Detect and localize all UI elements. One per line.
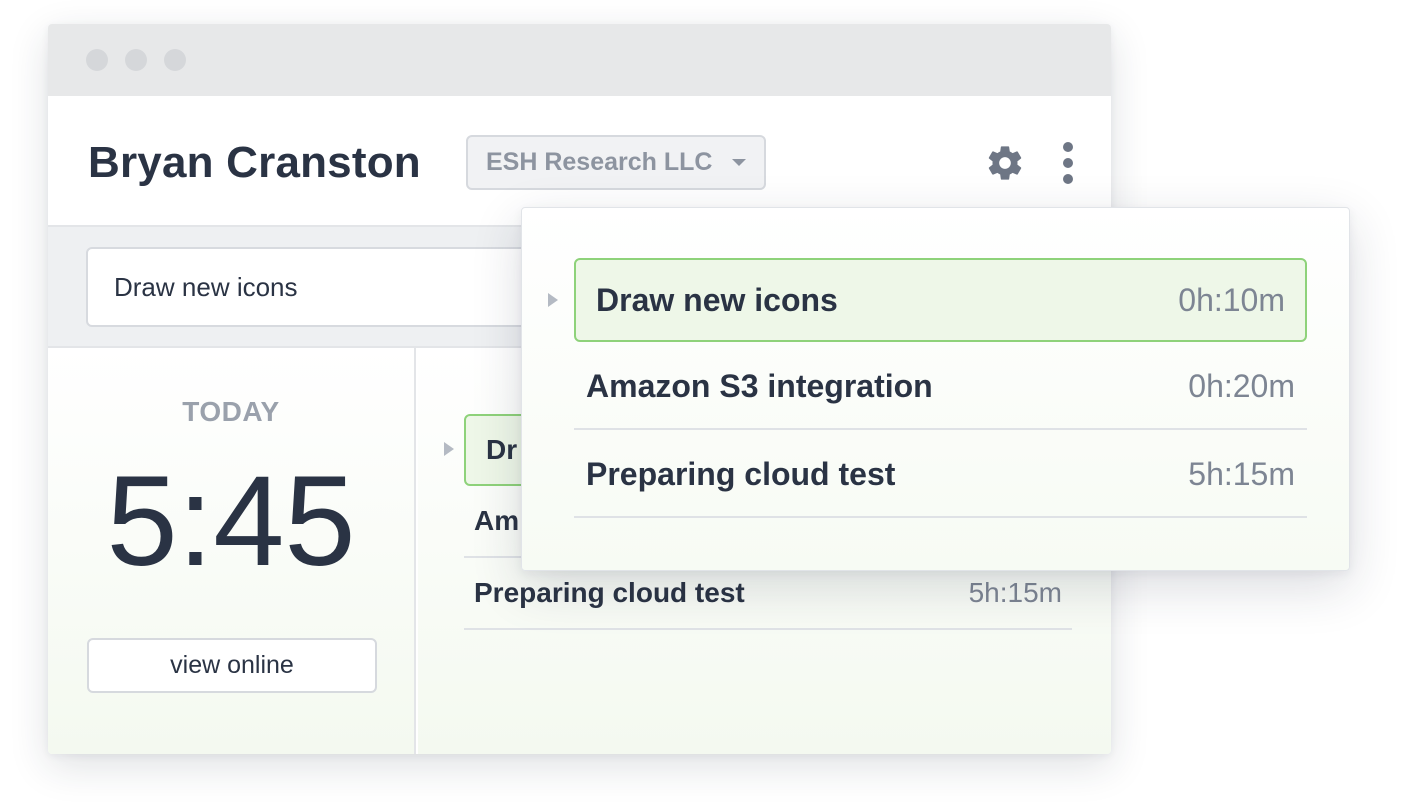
window-minimize-dot[interactable] [125, 49, 147, 71]
suggestion-item[interactable]: Preparing cloud test 5h:15m [574, 432, 1307, 518]
company-select[interactable]: ESH Research LLC [466, 135, 766, 190]
stage: Bryan Cranston ESH Research LLC Draw new… [0, 0, 1403, 808]
suggestion-name: Preparing cloud test [586, 455, 896, 492]
window-close-dot[interactable] [86, 49, 108, 71]
suggestion-time: 5h:15m [1188, 455, 1295, 492]
suggestion-name: Amazon S3 integration [586, 367, 933, 404]
suggestion-time: 0h:20m [1188, 367, 1295, 404]
today-summary-pane: TODAY 5:45 view online [48, 348, 416, 754]
task-name: Preparing cloud test [474, 577, 745, 608]
more-options-icon[interactable] [1058, 142, 1078, 184]
task-suggestions-dropdown: Draw new icons 0h:10m Amazon S3 integrat… [521, 207, 1350, 571]
suggestion-time: 0h:10m [1178, 281, 1285, 318]
window-maximize-dot[interactable] [164, 49, 186, 71]
today-label: TODAY [182, 396, 280, 427]
caret-down-icon [732, 159, 746, 166]
play-caret-icon [444, 442, 454, 456]
task-name: Dr [486, 434, 518, 465]
gear-icon[interactable] [985, 143, 1025, 183]
suggestion-item[interactable]: Amazon S3 integration 0h:20m [574, 344, 1307, 430]
play-caret-icon [548, 293, 558, 307]
view-online-button[interactable]: view online [87, 638, 377, 693]
window-titlebar [48, 24, 1111, 96]
today-total-time: 5:45 [106, 450, 356, 593]
company-select-value: ESH Research LLC [486, 148, 713, 176]
task-name: Am [474, 505, 520, 536]
user-name: Bryan Cranston [88, 138, 421, 187]
task-time: 5h:15m [968, 577, 1062, 608]
suggestion-item[interactable]: Draw new icons 0h:10m [574, 258, 1307, 342]
suggestion-name: Draw new icons [596, 281, 838, 318]
